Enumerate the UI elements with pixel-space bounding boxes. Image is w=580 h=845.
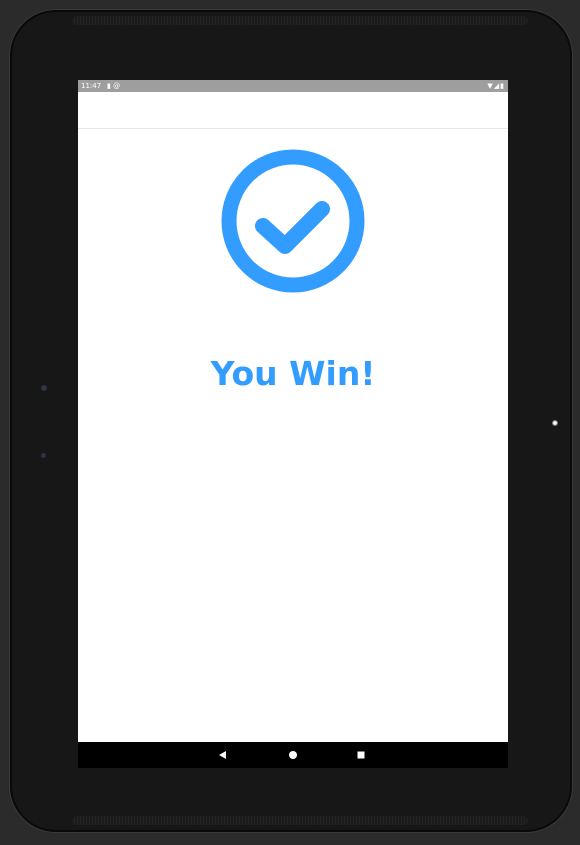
left-sensor-dot — [41, 385, 47, 391]
bottom-speaker-grille — [72, 816, 528, 825]
status-system-icons: ▼◢▮ — [487, 80, 505, 92]
check-circle-icon — [221, 149, 365, 293]
back-button[interactable] — [208, 742, 238, 768]
home-circle-icon — [289, 751, 297, 759]
status-bar: 11:47 ▮ @ ▼◢▮ — [78, 80, 508, 92]
home-button[interactable] — [278, 742, 308, 768]
front-camera — [552, 420, 558, 426]
navigation-bar — [78, 742, 508, 768]
sd-card-icon: ▮ — [107, 82, 111, 90]
result-title: You Win! — [210, 354, 376, 393]
top-speaker-grille — [72, 16, 528, 25]
back-triangle-icon — [219, 751, 226, 759]
status-time: 11:47 — [81, 82, 102, 90]
at-sign-icon: @ — [113, 82, 121, 90]
left-mic-dot — [41, 453, 46, 458]
recents-square-icon — [357, 751, 365, 759]
device-screen: 11:47 ▮ @ ▼◢▮ You Win! — [78, 80, 508, 768]
app-bar — [78, 92, 508, 129]
battery-icon: ▮ — [500, 82, 505, 90]
recents-button[interactable] — [346, 742, 376, 768]
status-notification-icons: ▮ @ — [107, 80, 120, 92]
